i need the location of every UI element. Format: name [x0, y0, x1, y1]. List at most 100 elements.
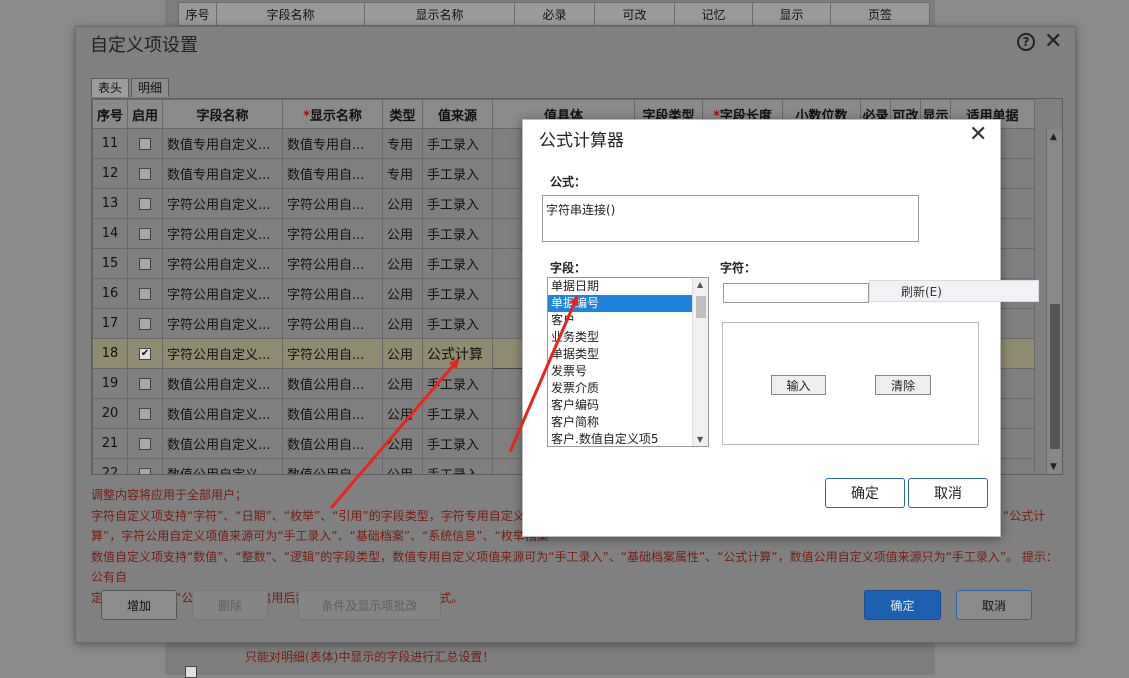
table-vertical-scrollbar[interactable]: ▲ ▼: [1046, 129, 1062, 474]
scroll-down-icon[interactable]: ▼: [1050, 462, 1057, 472]
input-button[interactable]: 输入: [771, 375, 826, 395]
field-list-scrollbar[interactable]: ▲ ▼: [692, 278, 708, 446]
type-cell[interactable]: 公用: [382, 308, 424, 339]
field-list-item[interactable]: 客户.数值自定义项5: [548, 431, 708, 446]
field-list-item[interactable]: 客户简称: [548, 414, 708, 431]
enabled-checkbox[interactable]: [127, 188, 164, 219]
enabled-checkbox[interactable]: [127, 398, 164, 429]
checkbox-icon[interactable]: [139, 437, 152, 450]
value-source-cell[interactable]: 手工录入: [422, 188, 494, 219]
type-cell[interactable]: 公用: [382, 458, 424, 474]
close-icon[interactable]: ✕: [969, 122, 987, 147]
enabled-checkbox[interactable]: [127, 308, 164, 339]
scrollbar-thumb[interactable]: [696, 296, 706, 318]
field-list-item[interactable]: 发票号: [548, 363, 708, 380]
row-number[interactable]: 17: [92, 308, 129, 339]
type-cell[interactable]: 公用: [382, 428, 424, 459]
batch-edit-button[interactable]: 条件及显示项批改: [298, 590, 441, 620]
field-name-cell[interactable]: 数值公用自定义...: [162, 458, 284, 474]
scrollbar-thumb[interactable]: [1050, 304, 1060, 449]
display-name-cell[interactable]: 字符公用自...: [282, 188, 384, 219]
formula-cancel-button[interactable]: 取消: [908, 478, 988, 508]
checkbox-icon[interactable]: ✔: [139, 347, 152, 360]
field-list-item[interactable]: 单据编号: [548, 295, 708, 312]
row-number[interactable]: 11: [92, 128, 129, 159]
add-button[interactable]: 增加: [101, 590, 177, 620]
type-cell[interactable]: 公用: [382, 368, 424, 399]
char-input[interactable]: [723, 283, 869, 303]
display-name-cell[interactable]: 字符公用自...: [282, 338, 384, 369]
row-number[interactable]: 12: [92, 158, 129, 189]
checkbox-icon[interactable]: [139, 167, 152, 180]
display-name-cell[interactable]: 数值专用自...: [282, 158, 384, 189]
enabled-checkbox[interactable]: [127, 458, 164, 474]
checkbox-icon[interactable]: [139, 287, 152, 300]
row-number[interactable]: 21: [92, 428, 129, 459]
formula-input[interactable]: 字符串连接(): [542, 195, 919, 242]
field-list[interactable]: 单据日期 单据编号 客户 业务类型 单据类型 发票号 发票介质 客户编码 客户简称 客户.数值自定…: [547, 277, 709, 447]
checkbox-icon[interactable]: [139, 467, 152, 474]
enabled-checkbox[interactable]: [127, 278, 164, 309]
field-list-item[interactable]: 单据类型: [548, 346, 708, 363]
checkbox-icon[interactable]: [139, 257, 152, 270]
value-source-cell[interactable]: 手工录入: [422, 128, 494, 159]
clear-button[interactable]: 清除: [875, 375, 931, 395]
type-cell[interactable]: 专用: [382, 128, 424, 159]
help-icon[interactable]: ?: [1017, 33, 1035, 51]
type-cell[interactable]: 公用: [382, 248, 424, 279]
row-number[interactable]: 13: [92, 188, 129, 219]
field-name-cell[interactable]: 字符公用自定义...: [162, 218, 284, 249]
field-name-cell[interactable]: 数值公用自定义...: [162, 428, 284, 459]
value-source-cell[interactable]: 手工录入: [422, 248, 494, 279]
field-list-item[interactable]: 业务类型: [548, 329, 708, 346]
checkbox-icon[interactable]: [139, 137, 152, 150]
display-name-cell[interactable]: 字符公用自...: [282, 218, 384, 249]
value-source-cell[interactable]: 手工录入: [422, 308, 494, 339]
field-name-cell[interactable]: 数值公用自定义...: [162, 368, 284, 399]
delete-button[interactable]: 删除: [192, 590, 268, 620]
field-name-cell[interactable]: 数值公用自定义...: [162, 398, 284, 429]
row-number[interactable]: 16: [92, 278, 129, 309]
display-name-cell[interactable]: 字符公用自...: [282, 278, 384, 309]
display-name-cell[interactable]: 数值专用自...: [282, 128, 384, 159]
display-name-cell[interactable]: 数值公用自...: [282, 368, 384, 399]
enabled-checkbox[interactable]: [127, 158, 164, 189]
formula-ok-button[interactable]: 确定: [825, 478, 905, 508]
field-name-cell[interactable]: 字符公用自定义...: [162, 278, 284, 309]
tab-header[interactable]: 表头: [91, 78, 130, 97]
scroll-up-icon[interactable]: ▲: [697, 280, 703, 289]
value-source-cell[interactable]: 手工录入: [422, 368, 494, 399]
scroll-down-icon[interactable]: ▼: [697, 435, 703, 444]
value-source-cell[interactable]: 手工录入: [422, 158, 494, 189]
checkbox-icon[interactable]: [139, 377, 152, 390]
value-source-cell[interactable]: 手工录入: [422, 428, 494, 459]
checkbox-icon[interactable]: [139, 317, 152, 330]
value-source-cell[interactable]: 手工录入: [422, 458, 494, 474]
field-list-item[interactable]: 发票介质: [548, 380, 708, 397]
display-name-cell[interactable]: 字符公用自...: [282, 248, 384, 279]
field-list-item[interactable]: 客户: [548, 312, 708, 329]
type-cell[interactable]: 专用: [382, 158, 424, 189]
enabled-checkbox[interactable]: [127, 128, 164, 159]
row-number[interactable]: 14: [92, 218, 129, 249]
value-source-cell[interactable]: 手工录入: [422, 218, 494, 249]
row-number[interactable]: 22: [92, 458, 129, 474]
enabled-checkbox[interactable]: [127, 248, 164, 279]
field-name-cell[interactable]: 数值专用自定义...: [162, 158, 284, 189]
field-name-cell[interactable]: 字符公用自定义...: [162, 338, 284, 369]
field-name-cell[interactable]: 字符公用自定义...: [162, 248, 284, 279]
close-icon[interactable]: ✕: [1044, 29, 1062, 55]
tab-detail[interactable]: 明细: [131, 78, 170, 97]
ok-button[interactable]: 确定: [864, 590, 941, 620]
display-name-cell[interactable]: 字符公用自...: [282, 308, 384, 339]
row-number[interactable]: 20: [92, 398, 129, 429]
value-source-cell[interactable]: 公式计算: [422, 338, 494, 369]
cancel-button[interactable]: 取消: [956, 590, 1032, 620]
value-source-cell[interactable]: 手工录入: [422, 278, 494, 309]
display-name-cell[interactable]: 数值公用自...: [282, 398, 384, 429]
type-cell[interactable]: 公用: [382, 188, 424, 219]
display-name-cell[interactable]: 数值公用自...: [282, 458, 384, 474]
field-name-cell[interactable]: 字符公用自定义...: [162, 188, 284, 219]
row-number[interactable]: 15: [92, 248, 129, 279]
row-number[interactable]: 19: [92, 368, 129, 399]
